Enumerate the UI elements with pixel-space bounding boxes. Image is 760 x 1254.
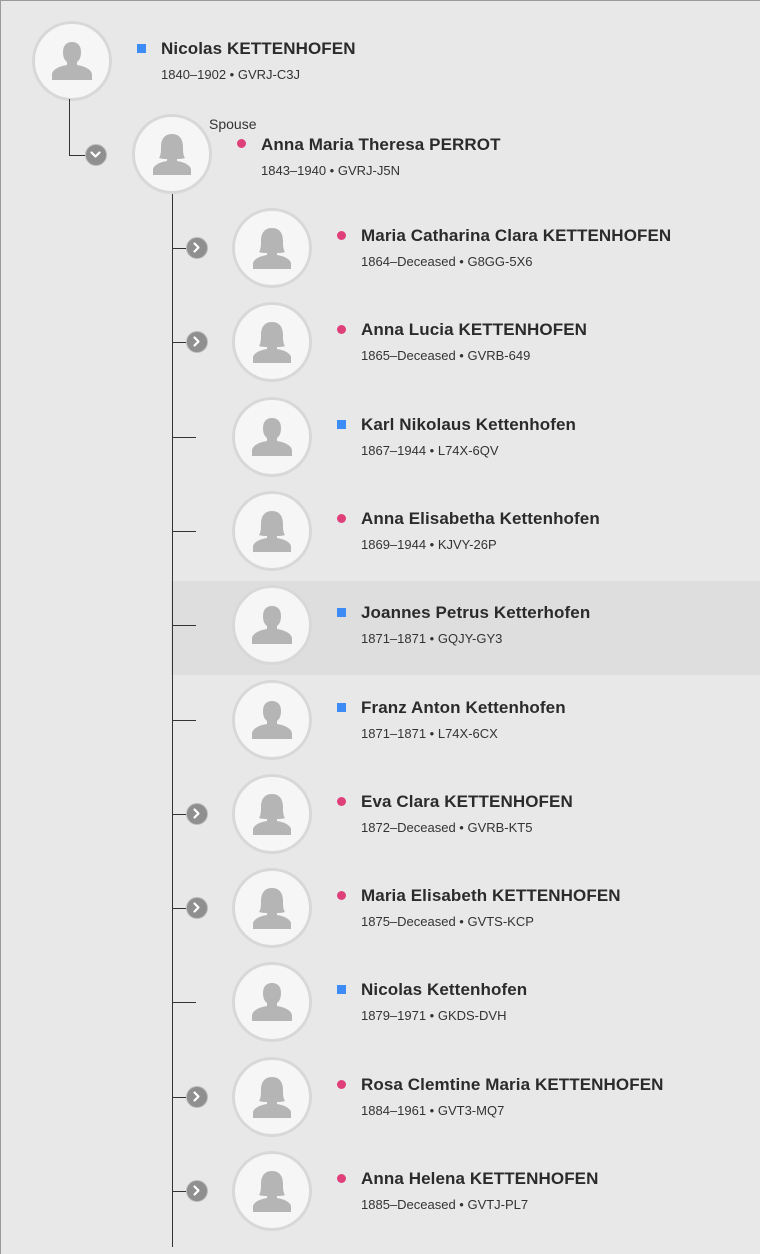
gender-female-icon [337,231,346,240]
child-avatar[interactable] [232,1151,312,1231]
child-info: 1867–1944 • L74X-6QV [361,443,499,458]
gender-male-icon [337,985,346,994]
female-silhouette-icon [253,228,291,269]
child-name[interactable]: Eva Clara KETTENHOFEN [361,792,573,812]
gender-female-icon [337,797,346,806]
gender-female-icon [337,891,346,900]
collapse-button[interactable] [85,144,107,166]
gender-female-icon [337,514,346,523]
child-name[interactable]: Franz Anton Kettenhofen [361,698,566,718]
expand-button[interactable] [186,331,208,353]
male-silhouette-icon [252,701,292,739]
female-silhouette-icon [253,322,291,363]
child-avatar[interactable] [232,397,312,477]
female-silhouette-icon [253,794,291,835]
connector-line [172,248,187,249]
root-gender-male-icon [137,44,146,53]
child-avatar[interactable] [232,962,312,1042]
child-avatar[interactable] [232,1057,312,1137]
root-name[interactable]: Nicolas KETTENHOFEN [161,39,356,59]
gender-female-icon [337,1174,346,1183]
child-avatar[interactable] [232,868,312,948]
child-avatar[interactable] [232,491,312,571]
connector-line [69,99,70,155]
spouse-avatar[interactable] [132,114,212,194]
chevron-right-icon [193,1185,200,1196]
child-info: 1879–1971 • GKDS-DVH [361,1008,507,1023]
expand-button[interactable] [186,1086,208,1108]
child-info: 1875–Deceased • GVTS-KCP [361,914,534,929]
connector-line [172,908,187,909]
child-name[interactable]: Anna Helena KETTENHOFEN [361,1169,599,1189]
child-info: 1864–Deceased • G8GG-5X6 [361,254,533,269]
female-silhouette-icon [253,511,291,552]
chevron-right-icon [193,336,200,347]
female-silhouette-icon [153,134,191,175]
child-info: 1871–1871 • L74X-6CX [361,726,498,741]
connector-line [172,1002,196,1003]
child-avatar[interactable] [232,585,312,665]
child-info: 1884–1961 • GVT3-MQ7 [361,1103,505,1118]
spouse-gender-female-icon [237,139,246,148]
chevron-right-icon [193,1091,200,1102]
chevron-down-icon [90,151,101,158]
child-name[interactable]: Nicolas Kettenhofen [361,980,527,1000]
gender-female-icon [337,1080,346,1089]
child-info: 1872–Deceased • GVRB-KT5 [361,820,533,835]
child-avatar[interactable] [232,774,312,854]
child-info: 1869–1944 • KJVY-26P [361,537,497,552]
root-avatar[interactable] [32,21,112,101]
child-name[interactable]: Rosa Clemtine Maria KETTENHOFEN [361,1075,664,1095]
spouse-name[interactable]: Anna Maria Theresa PERROT [261,135,501,155]
connector-line [172,720,196,721]
female-silhouette-icon [253,888,291,929]
child-avatar[interactable] [232,208,312,288]
child-name[interactable]: Anna Lucia KETTENHOFEN [361,320,587,340]
expand-button[interactable] [186,237,208,259]
male-silhouette-icon [252,606,292,644]
child-info: 1885–Deceased • GVTJ-PL7 [361,1197,529,1212]
child-name[interactable]: Joannes Petrus Ketterhofen [361,603,590,623]
connector-line [172,342,187,343]
child-name[interactable]: Maria Elisabeth KETTENHOFEN [361,886,621,906]
spouse-info: 1843–1940 • GVRJ-J5N [261,163,400,178]
child-info: 1865–Deceased • GVRB-649 [361,348,531,363]
chevron-right-icon [193,902,200,913]
child-name[interactable]: Maria Catharina Clara KETTENHOFEN [361,226,671,246]
gender-male-icon [337,608,346,617]
female-silhouette-icon [253,1171,291,1212]
connector-line [172,625,196,626]
connector-line [172,814,187,815]
spouse-label: Spouse [209,116,257,132]
expand-button[interactable] [186,897,208,919]
child-info: 1871–1871 • GQJY-GY3 [361,631,503,646]
connector-line [172,1097,187,1098]
expand-button[interactable] [186,803,208,825]
female-silhouette-icon [253,1077,291,1118]
connector-line [172,1191,187,1192]
male-silhouette-icon [52,42,92,80]
child-name[interactable]: Karl Nikolaus Kettenhofen [361,415,576,435]
connector-line [172,437,196,438]
expand-button[interactable] [186,1180,208,1202]
gender-female-icon [337,325,346,334]
family-tree: Nicolas KETTENHOFEN 1840–1902 • GVRJ-C3J… [0,0,760,1254]
child-avatar[interactable] [232,680,312,760]
child-name[interactable]: Anna Elisabetha Kettenhofen [361,509,600,529]
connector-line [172,531,196,532]
child-avatar[interactable] [232,302,312,382]
gender-male-icon [337,420,346,429]
male-silhouette-icon [252,983,292,1021]
chevron-right-icon [193,242,200,253]
root-info: 1840–1902 • GVRJ-C3J [161,67,300,82]
gender-male-icon [337,703,346,712]
male-silhouette-icon [252,418,292,456]
chevron-right-icon [193,808,200,819]
